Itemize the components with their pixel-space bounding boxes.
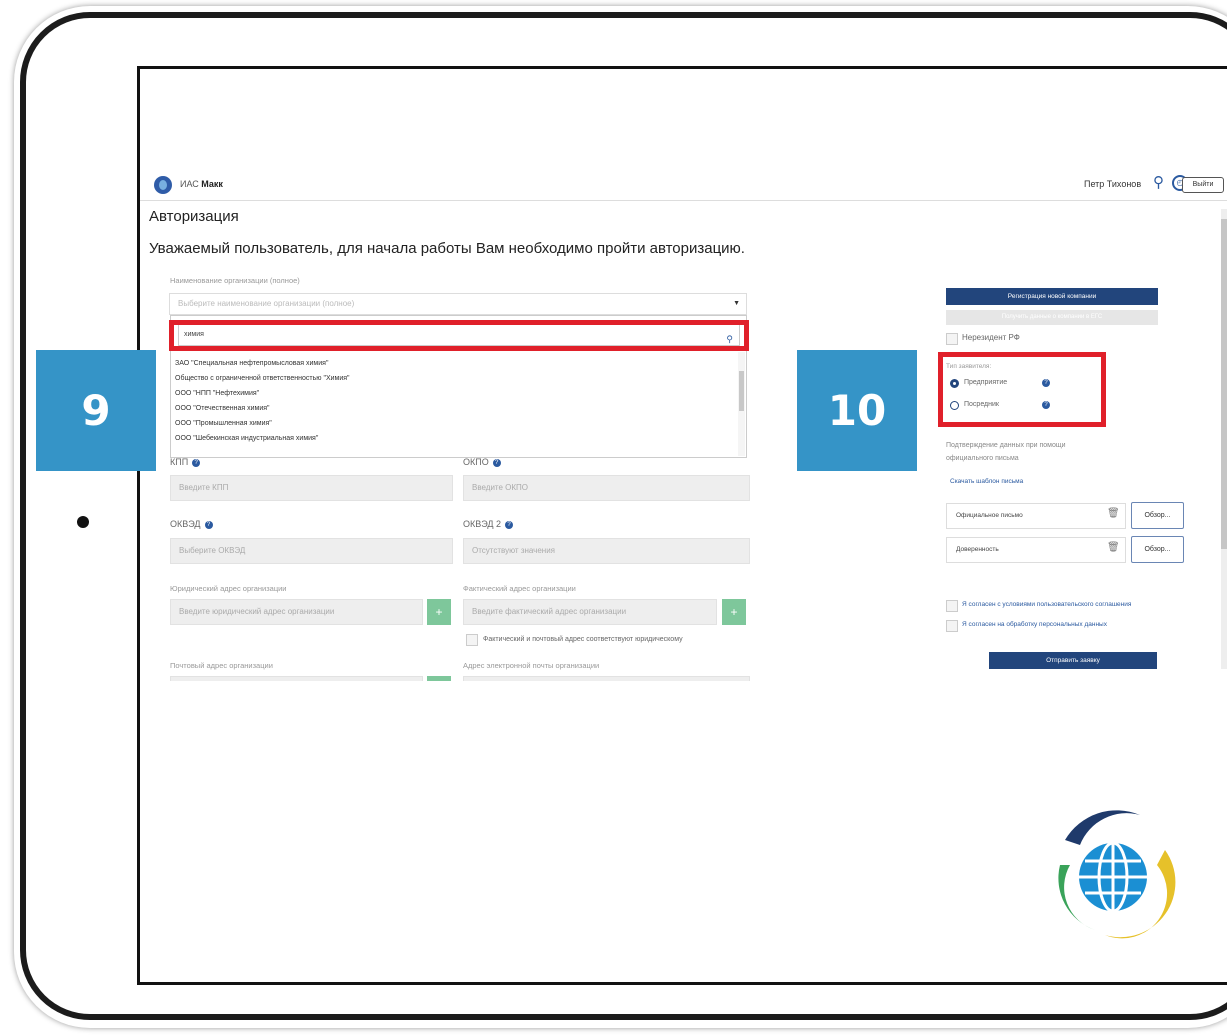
org-option[interactable]: ЗАО "Специальная нефтепромысловая химия" xyxy=(175,356,735,371)
kpp-input[interactable]: Введите КПП xyxy=(170,475,453,501)
page-subtitle: Уважаемый пользователь, для начала работ… xyxy=(149,240,745,257)
legal-address-label: Юридический адрес организации xyxy=(170,584,287,593)
add-actual-address-button[interactable]: + xyxy=(722,599,746,625)
actual-address-label: Фактический адрес организации xyxy=(463,584,576,593)
official-letter-field[interactable]: Официальное письмо xyxy=(946,503,1126,529)
get-data-button[interactable]: Получить данные о компании в ЕГС xyxy=(946,310,1158,325)
same-address-label: Фактический и почтовый адрес соответству… xyxy=(483,636,683,643)
agree-personal-link[interactable]: Я согласен на обработку персональных дан… xyxy=(962,621,1107,628)
same-address-checkbox[interactable] xyxy=(466,634,478,646)
user-name[interactable]: Петр Тихонов xyxy=(1084,179,1141,189)
chevron-down-icon: ▼ xyxy=(733,300,740,307)
brand-logo-icon xyxy=(1058,810,1176,939)
step-badge-9: 9 xyxy=(36,350,156,471)
register-company-button[interactable]: Регистрация новой компании xyxy=(946,288,1158,305)
org-option[interactable]: ООО "НПП "Нефтехимия" xyxy=(175,386,735,401)
tablet-screen: ИАС Макк Петр Тихонов ⚲ ◴ Выйти Авториза… xyxy=(137,66,1227,985)
actual-address-input[interactable]: Введите фактический адрес организации xyxy=(463,599,717,625)
submit-application-button[interactable]: Отправить заявку xyxy=(989,652,1157,669)
page-title: Авторизация xyxy=(149,208,239,225)
highlight-search xyxy=(169,320,749,351)
okpo-label: ОКПО? xyxy=(463,457,501,467)
browse-button-attorney[interactable]: Обзор... xyxy=(1131,536,1184,563)
trash-icon[interactable]: 🗑 xyxy=(1107,508,1120,519)
logout-button[interactable]: Выйти xyxy=(1182,177,1224,193)
power-of-attorney-field[interactable]: Доверенность xyxy=(946,537,1126,563)
postal-address-label: Почтовый адрес организации xyxy=(170,661,273,670)
help-icon[interactable]: ? xyxy=(204,520,213,529)
help-icon[interactable]: ? xyxy=(492,458,501,467)
dropdown-scroll-thumb[interactable] xyxy=(739,371,744,411)
confirm-label-line2: официального письма xyxy=(946,455,1019,462)
trash-icon[interactable]: 🗑 xyxy=(1107,542,1120,553)
download-template-link[interactable]: Скачать шаблон письма xyxy=(950,478,1023,485)
okved2-label: ОКВЭД 2? xyxy=(463,519,514,529)
help-icon[interactable]: ? xyxy=(192,458,201,467)
org-name-select[interactable]: Выберите наименование организации (полно… xyxy=(169,293,747,315)
org-name-placeholder: Выберите наименование организации (полно… xyxy=(178,299,355,308)
okved-select[interactable]: Выберите ОКВЭД xyxy=(170,538,453,564)
browse-button-letter[interactable]: Обзор... xyxy=(1131,502,1184,529)
okved2-select[interactable]: Отсутствуют значения xyxy=(463,538,750,564)
top-bar: ИАС Макк Петр Тихонов ⚲ ◴ Выйти xyxy=(140,170,1227,201)
camera-dot xyxy=(77,516,89,528)
agree-terms-checkbox[interactable] xyxy=(946,600,958,612)
org-option[interactable]: Общество с ограниченной ответственностью… xyxy=(175,371,735,386)
agree-terms-link[interactable]: Я согласен с условиями пользовательского… xyxy=(962,601,1131,608)
okved-label: ОКВЭД? xyxy=(170,519,213,529)
add-legal-address-button[interactable]: + xyxy=(427,599,451,625)
org-option[interactable]: ООО "Промышленная химия" xyxy=(175,416,735,431)
nonresident-checkbox[interactable] xyxy=(946,333,958,345)
app-logo-icon[interactable] xyxy=(154,176,172,194)
highlight-applicant-type xyxy=(938,352,1106,427)
org-option[interactable]: ООО "Шебекинская индустриальная химия" xyxy=(175,431,735,446)
email-label: Адрес электронной почты организации xyxy=(463,661,600,670)
user-icon[interactable]: ⚲ xyxy=(1153,175,1164,190)
agree-personal-checkbox[interactable] xyxy=(946,620,958,632)
confirm-label-line1: Подтверждение данных при помощи xyxy=(946,442,1066,449)
okpo-input[interactable]: Введите ОКПО xyxy=(463,475,750,501)
nonresident-label: Нерезидент РФ xyxy=(962,333,1020,342)
kpp-label: КПП? xyxy=(170,457,201,467)
page-scroll-thumb[interactable] xyxy=(1221,219,1227,549)
legal-address-input[interactable]: Введите юридический адрес организации xyxy=(170,599,423,625)
org-name-label: Наименование организации (полное) xyxy=(170,276,300,285)
app-title: ИАС Макк xyxy=(180,179,223,189)
step-badge-10: 10 xyxy=(797,350,917,471)
help-icon[interactable]: ? xyxy=(505,520,514,529)
org-option[interactable]: ООО "Отечественная химия" xyxy=(175,401,735,416)
org-options-list: ЗАО "Специальная нефтепромысловая химия"… xyxy=(175,356,735,446)
